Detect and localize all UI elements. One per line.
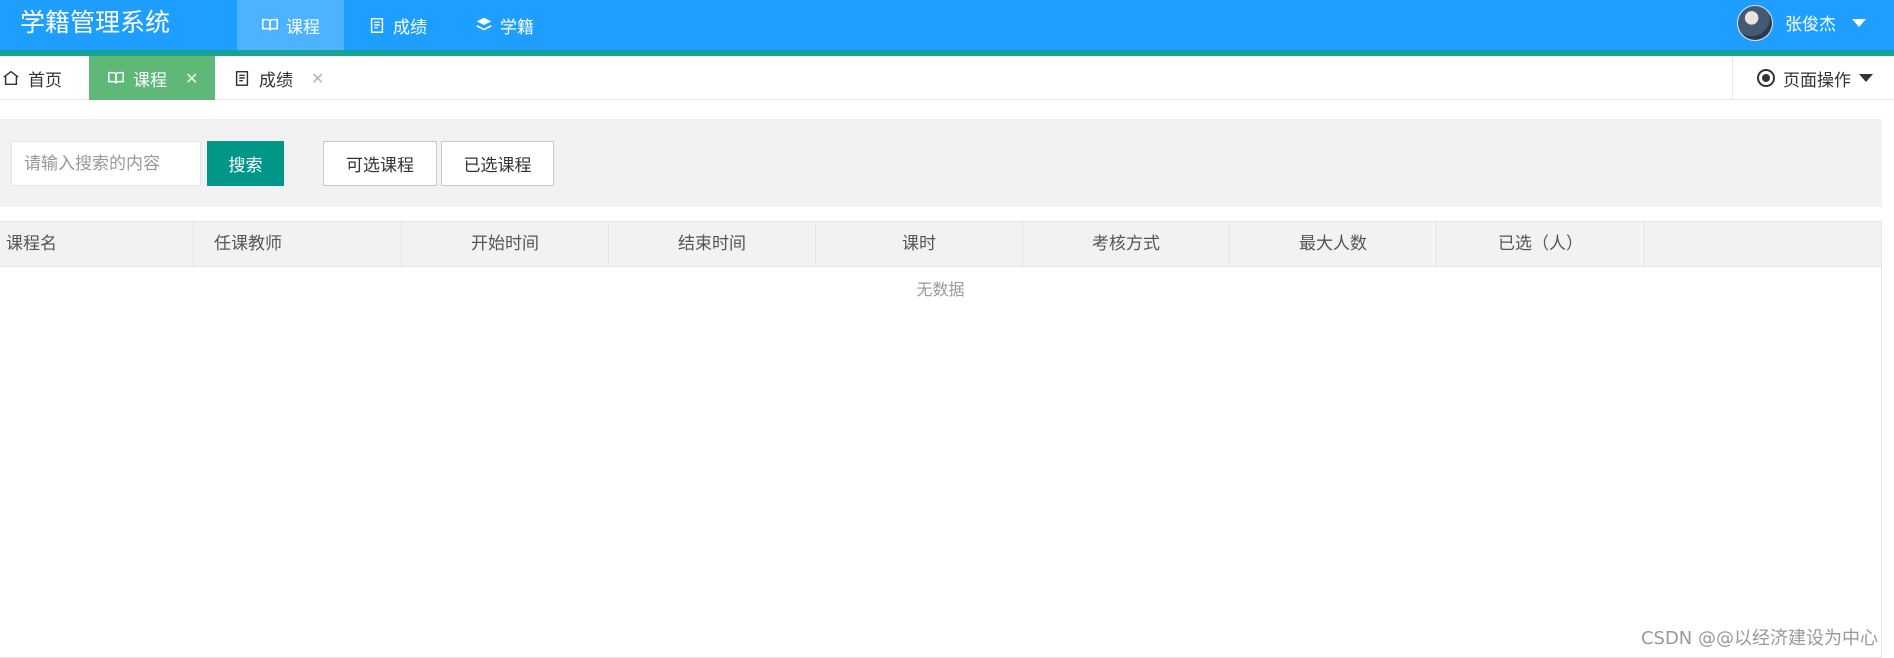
caret-down-icon	[1859, 74, 1873, 82]
nav-item-course[interactable]: 课程	[237, 0, 344, 50]
watermark: CSDN @@以经济建设为中心	[1640, 628, 1878, 649]
nav-item-label: 成绩	[393, 17, 427, 38]
tab-score[interactable]: 成绩 ✕	[215, 56, 335, 100]
nav-item-status[interactable]: 学籍	[451, 0, 558, 50]
layers-icon	[476, 17, 492, 31]
nav-item-label: 学籍	[500, 17, 534, 38]
tab-label: 课程	[133, 70, 167, 91]
selected-courses-button[interactable]: 已选课程	[441, 141, 554, 186]
tab-course[interactable]: 课程 ✕	[89, 56, 215, 100]
close-icon[interactable]: ✕	[311, 69, 324, 88]
search-toolbar: 搜索 可选课程 已选课程	[0, 119, 1882, 207]
search-input[interactable]	[11, 141, 201, 186]
clipboard-icon	[370, 17, 384, 33]
book-icon	[108, 71, 124, 84]
empty-state-text: 无数据	[916, 280, 965, 299]
top-header: 学籍管理系统 课程 成绩 学籍 张俊杰	[0, 0, 1894, 55]
user-name: 张俊杰	[1785, 15, 1836, 35]
course-table: 课程名 任课教师 开始时间 结束时间 课时 考核方式 最大人数 已选（人） 无数…	[0, 221, 1882, 658]
tab-home[interactable]: 首页	[0, 56, 90, 100]
column-header-start-time[interactable]: 开始时间	[402, 222, 609, 267]
page-operations-label: 页面操作	[1783, 70, 1851, 91]
avatar[interactable]	[1737, 4, 1773, 41]
tab-label: 首页	[28, 70, 62, 91]
nav-item-score[interactable]: 成绩	[344, 0, 451, 50]
book-icon	[262, 18, 278, 31]
close-icon[interactable]: ✕	[185, 69, 198, 88]
target-icon	[1757, 69, 1775, 87]
top-nav: 课程 成绩 学籍	[237, 0, 558, 50]
tab-label: 成绩	[259, 70, 293, 91]
clipboard-icon	[235, 70, 249, 86]
available-courses-button[interactable]: 可选课程	[323, 141, 437, 186]
column-header-selected-count[interactable]: 已选（人）	[1437, 222, 1645, 267]
column-header-assessment[interactable]: 考核方式	[1023, 222, 1230, 267]
column-header-hours[interactable]: 课时	[816, 222, 1023, 267]
table-header: 课程名 任课教师 开始时间 结束时间 课时 考核方式 最大人数 已选（人）	[0, 222, 1881, 267]
column-header-end-time[interactable]: 结束时间	[609, 222, 816, 267]
page-operations-menu[interactable]: 页面操作	[1732, 56, 1894, 100]
app-title: 学籍管理系统	[20, 8, 171, 37]
column-header-max-students[interactable]: 最大人数	[1230, 222, 1437, 267]
user-menu[interactable]: 张俊杰	[1737, 0, 1866, 45]
search-button[interactable]: 搜索	[207, 141, 284, 186]
column-header-teacher[interactable]: 任课教师	[194, 222, 402, 267]
column-header-actions	[1645, 222, 1881, 267]
nav-item-label: 课程	[286, 17, 320, 38]
caret-down-icon	[1852, 18, 1866, 27]
column-header-course-name[interactable]: 课程名	[0, 222, 194, 267]
home-icon	[3, 70, 19, 86]
tab-bar: 首页 课程 ✕ 成绩 ✕ 页面操作	[0, 56, 1894, 100]
